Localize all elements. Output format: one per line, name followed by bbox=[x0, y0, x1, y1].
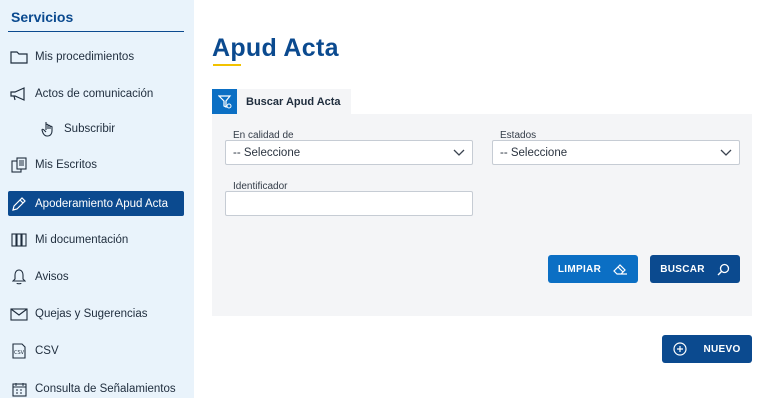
sidebar-item-csv[interactable]: CSV CSV bbox=[8, 338, 184, 364]
calidad-select[interactable]: -- Seleccione bbox=[225, 140, 473, 165]
bell-icon bbox=[8, 266, 30, 288]
sidebar-item-actos-de-comunicacion[interactable]: Actos de comunicación bbox=[8, 81, 184, 107]
folder-icon bbox=[8, 46, 30, 68]
sidebar-item-label: Mis procedimientos bbox=[35, 51, 135, 63]
sidebar-item-label: CSV bbox=[35, 345, 59, 357]
sidebar-item-label: Mis Escritos bbox=[35, 159, 97, 171]
tab-buscar-apud-acta[interactable]: Buscar Apud Acta bbox=[212, 89, 351, 114]
sidebar-item-mis-escritos[interactable]: Mis Escritos bbox=[8, 152, 184, 178]
identificador-input[interactable] bbox=[225, 191, 473, 216]
sidebar-item-label: Mi documentación bbox=[35, 234, 129, 246]
hand-pointer-icon bbox=[37, 118, 59, 140]
estados-select[interactable]: -- Seleccione bbox=[492, 140, 740, 165]
chevron-down-icon bbox=[720, 147, 732, 160]
sidebar-item-label: Avisos bbox=[35, 271, 69, 283]
sidebar-item-mis-procedimientos[interactable]: Mis procedimientos bbox=[8, 44, 184, 70]
sidebar-item-label: Subscribir bbox=[64, 123, 116, 135]
limpiar-button-label: LIMPIAR bbox=[557, 263, 602, 275]
buscar-button[interactable]: BUSCAR bbox=[650, 255, 740, 283]
sidebar-item-apoderamiento-apud-acta[interactable]: Apoderamiento Apud Acta bbox=[8, 191, 184, 216]
binders-icon bbox=[8, 229, 30, 251]
nuevo-button[interactable]: NUEVO bbox=[662, 335, 752, 363]
buscar-button-label: BUSCAR bbox=[660, 263, 705, 275]
limpiar-button[interactable]: LIMPIAR bbox=[548, 255, 638, 283]
filter-icon bbox=[212, 89, 237, 114]
chevron-down-icon bbox=[453, 147, 465, 160]
page-title: Apud Acta bbox=[212, 34, 339, 62]
nuevo-button-label: NUEVO bbox=[703, 343, 741, 355]
sidebar-item-consulta-de-senalamientos[interactable]: Consulta de Señalamientos bbox=[8, 376, 184, 398]
plus-circle-icon bbox=[673, 342, 688, 356]
csv-file-icon: CSV bbox=[8, 340, 30, 362]
sidebar-item-quejas-y-sugerencias[interactable]: Quejas y Sugerencias bbox=[8, 301, 184, 327]
sidebar-item-subscribir[interactable]: Subscribir bbox=[37, 116, 177, 142]
sidebar-divider bbox=[8, 31, 184, 32]
calidad-select-value: -- Seleccione bbox=[233, 146, 301, 159]
pen-icon bbox=[8, 193, 30, 215]
sidebar-item-label: Actos de comunicación bbox=[35, 88, 154, 100]
sidebar: Servicios Mis procedimientos Actos de co… bbox=[0, 0, 194, 398]
calendar-icon bbox=[8, 378, 30, 398]
app: Servicios Mis procedimientos Actos de co… bbox=[0, 0, 768, 398]
sidebar-item-label: Consulta de Señalamientos bbox=[35, 383, 176, 395]
sidebar-item-label: Apoderamiento Apud Acta bbox=[35, 197, 168, 210]
tab-label: Buscar Apud Acta bbox=[246, 95, 341, 108]
sidebar-item-label: Quejas y Sugerencias bbox=[35, 308, 148, 320]
sidebar-title: Servicios bbox=[11, 9, 74, 25]
megaphone-icon bbox=[8, 83, 30, 105]
documents-icon bbox=[8, 154, 30, 176]
svg-text:CSV: CSV bbox=[14, 350, 25, 356]
sidebar-item-mi-documentacion[interactable]: Mi documentación bbox=[8, 227, 184, 253]
sidebar-item-avisos[interactable]: Avisos bbox=[8, 264, 184, 290]
search-icon bbox=[717, 263, 730, 276]
eraser-icon bbox=[613, 263, 628, 275]
title-underline bbox=[213, 64, 241, 66]
envelope-icon bbox=[8, 303, 30, 325]
estados-select-value: -- Seleccione bbox=[500, 146, 568, 159]
